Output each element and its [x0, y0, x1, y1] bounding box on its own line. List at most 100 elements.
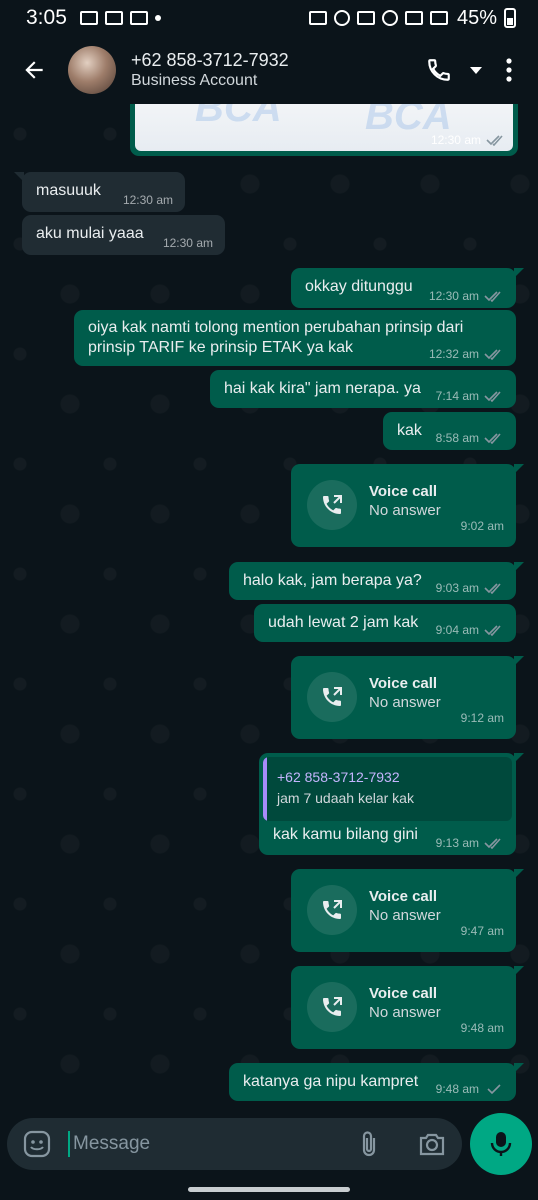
contact-info[interactable]: +62 858-3712-7932 Business Account: [131, 49, 289, 92]
signal-icon: [429, 11, 448, 25]
outgoing-message[interactable]: halo kak, jam berapa ya? 9:03 am: [229, 562, 524, 600]
message-time: 12:30 am: [428, 289, 479, 303]
outgoing-call-icon: [307, 480, 357, 530]
outgoing-message[interactable]: okkay ditunggu 12:30 am: [291, 268, 524, 308]
voice-call-message[interactable]: Voice call No answer 9:12 am: [291, 656, 524, 739]
quoted-text: jam 7 udaah kelar kak: [277, 790, 414, 806]
message-input[interactable]: [73, 1128, 343, 1160]
home-indicator[interactable]: [188, 1187, 350, 1192]
double-check-icon: [484, 583, 501, 594]
message-text: masuuuk: [36, 182, 101, 199]
mic-icon: [490, 1132, 512, 1156]
double-check-icon: [484, 349, 501, 360]
double-check-icon: [484, 625, 501, 636]
message-time: 9:04 am: [435, 623, 479, 637]
image-watermark: BCA: [195, 104, 282, 130]
outgoing-message[interactable]: katanya ga nipu kampret 9:48 am: [229, 1063, 524, 1101]
double-check-icon: [486, 135, 503, 146]
incoming-message[interactable]: masuuuk 12:30 am: [14, 172, 185, 212]
message-time: 9:13 am: [435, 836, 479, 850]
double-check-icon: [484, 433, 501, 444]
message-time: 12:32 am: [428, 347, 479, 361]
contact-name: +62 858-3712-7932: [131, 49, 289, 70]
sticker-icon[interactable]: [23, 1130, 51, 1158]
mute-icon: [356, 11, 375, 25]
menu-button[interactable]: [494, 48, 524, 92]
outgoing-message[interactable]: oiya kak namti tolong mention perubahan …: [74, 310, 516, 366]
message-text: halo kak, jam berapa ya?: [243, 572, 422, 589]
message-text: oiya kak namti tolong mention perubahan …: [88, 319, 464, 336]
camera-icon[interactable]: [418, 1130, 446, 1158]
voice-call-message[interactable]: Voice call No answer 9:02 am: [291, 464, 524, 547]
message-text: kak: [397, 422, 422, 439]
status-bar: 3:05 45%: [0, 0, 538, 36]
image-message[interactable]: BCA BCA 12:30 am: [130, 104, 518, 156]
message-text: hai kak kira" jam nerapa. ya: [224, 380, 421, 397]
chat-header: +62 858-3712-7932 Business Account: [0, 36, 538, 104]
battery-percent: 45%: [456, 6, 497, 29]
outgoing-call-icon: [307, 672, 357, 722]
outgoing-message[interactable]: kak 8:58 am: [383, 412, 516, 450]
call-status: No answer: [369, 1004, 441, 1021]
contact-subtitle: Business Account: [131, 72, 258, 90]
call-options-button[interactable]: [466, 48, 486, 92]
voice-call-message[interactable]: Voice call No answer 9:48 am: [291, 966, 524, 1049]
message-text: aku mulai yaaa: [36, 225, 144, 242]
message-text: okkay ditunggu: [305, 278, 413, 295]
call-status: No answer: [369, 907, 441, 924]
call-status: No answer: [369, 502, 441, 519]
message-time: 12:30 am: [122, 193, 173, 207]
call-title: Voice call: [369, 675, 438, 692]
double-check-icon: [484, 391, 501, 402]
alarm-icon: [333, 10, 350, 26]
message-time: 12:30 am: [430, 133, 481, 147]
message-time: 9:12 am: [460, 711, 504, 725]
laptop-icon: [104, 11, 123, 25]
quoted-message[interactable]: +62 858-3712-7932 jam 7 udaah kelar kak: [263, 757, 512, 821]
voice-call-message[interactable]: Voice call No answer 9:47 am: [291, 869, 524, 952]
message-time: 9:47 am: [460, 924, 504, 938]
quoted-sender: +62 858-3712-7932: [277, 769, 400, 785]
message-text: katanya ga nipu kampret: [243, 1073, 419, 1090]
call-title: Voice call: [369, 888, 438, 905]
avatar[interactable]: [68, 46, 116, 94]
chevron-down-icon: [470, 67, 482, 74]
wifi-icon: [381, 10, 398, 26]
outgoing-message[interactable]: hai kak kira" jam nerapa. ya 7:14 am: [210, 370, 516, 408]
status-time: 3:05: [26, 6, 67, 29]
message-time: 12:30 am: [162, 236, 213, 250]
volte-icon: [404, 11, 423, 25]
text-cursor: [68, 1131, 70, 1157]
chat-area[interactable]: BCA BCA 12:30 am masuuuk 12:30 am aku mu…: [0, 104, 538, 1110]
mic-button[interactable]: [470, 1113, 532, 1175]
outgoing-call-icon: [307, 982, 357, 1032]
call-title: Voice call: [369, 483, 438, 500]
reply-message[interactable]: +62 858-3712-7932 jam 7 udaah kelar kak …: [259, 753, 524, 855]
message-text: udah lewat 2 jam kak: [268, 614, 419, 631]
message-time: 7:14 am: [435, 389, 479, 403]
message-time: 9:02 am: [460, 519, 504, 533]
notification-icon: [79, 11, 98, 25]
call-title: Voice call: [369, 985, 438, 1002]
more-notifications-icon: [154, 15, 161, 21]
incoming-message[interactable]: aku mulai yaaa 12:30 am: [22, 215, 225, 255]
arrow-left-icon: [25, 61, 43, 79]
message-time: 9:48 am: [460, 1021, 504, 1035]
message-time: 9:03 am: [435, 581, 479, 595]
message-text-line2: prinsip TARIF ke prinsip ETAK ya kak: [88, 339, 353, 356]
phone-icon: [428, 59, 450, 81]
battery-icon: [504, 8, 516, 28]
back-button[interactable]: [6, 42, 62, 98]
double-check-icon: [484, 291, 501, 302]
call-status: No answer: [369, 694, 441, 711]
quote-bar: [263, 757, 267, 821]
message-text: kak kamu bilang gini: [273, 826, 418, 843]
paperclip-icon[interactable]: [357, 1129, 381, 1159]
capcut-icon: [129, 11, 148, 25]
message-composer: [7, 1118, 462, 1170]
double-check-icon: [484, 838, 501, 849]
message-time: 8:58 am: [435, 431, 479, 445]
voice-call-button[interactable]: [420, 48, 458, 92]
more-vert-icon: [506, 58, 512, 82]
outgoing-message[interactable]: udah lewat 2 jam kak 9:04 am: [254, 604, 516, 642]
